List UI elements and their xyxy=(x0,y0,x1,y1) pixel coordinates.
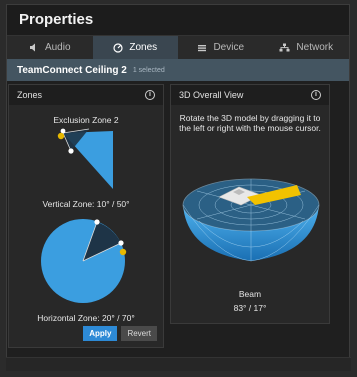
view-panel-header: 3D Overall View i xyxy=(171,85,329,105)
vertical-zone-label: Vertical Zone: 10° / 50° xyxy=(42,199,130,209)
horizontal-zone-diagram[interactable] xyxy=(39,215,135,307)
window-title: Properties xyxy=(7,5,349,35)
tab-zones[interactable]: Zones xyxy=(92,36,178,59)
vertical-zone-diagram[interactable] xyxy=(49,127,125,193)
tab-device[interactable]: Device xyxy=(178,36,264,59)
apply-button[interactable]: Apply xyxy=(83,326,118,341)
revert-button[interactable]: Revert xyxy=(121,326,157,341)
vertical-handle-yellow xyxy=(57,132,65,140)
3d-model-view[interactable] xyxy=(177,161,325,281)
tab-bar: Audio Zones Device Network xyxy=(7,35,349,59)
vertical-handle-white xyxy=(68,148,74,154)
tab-network-label: Network xyxy=(296,42,334,53)
panels-area: Zones i Exclusion Zone 2 Vertical Zone: … xyxy=(8,84,349,348)
info-icon[interactable]: i xyxy=(311,90,321,100)
tab-audio-label: Audio xyxy=(44,42,71,53)
device-icon xyxy=(197,44,207,52)
view-panel: 3D Overall View i Rotate the 3D model by… xyxy=(170,84,330,324)
vertical-handle-white-top xyxy=(60,128,66,134)
network-icon xyxy=(279,43,290,52)
zones-icon xyxy=(113,42,123,53)
device-bar: TeamConnect Ceiling 2 1 selected xyxy=(7,59,349,81)
device-name: TeamConnect Ceiling 2 xyxy=(17,64,127,76)
action-buttons: Apply Revert xyxy=(83,326,157,341)
beam-label: Beam xyxy=(238,289,262,299)
zones-panel-header: Zones i xyxy=(9,85,163,105)
horizontal-handle-yellow xyxy=(119,248,127,256)
speaker-icon xyxy=(29,43,39,52)
tab-audio[interactable]: Audio xyxy=(7,36,93,59)
beam-value: 83° / 17° xyxy=(233,303,267,313)
exclusion-zone-title: Exclusion Zone 2 xyxy=(53,115,119,125)
tab-network[interactable]: Network xyxy=(264,36,350,59)
horizontal-handle-white-top xyxy=(94,219,100,225)
selected-count: 1 selected xyxy=(132,66,165,74)
status-strip xyxy=(6,357,351,371)
zones-panel-title: Zones xyxy=(17,90,43,100)
zones-panel: Zones i Exclusion Zone 2 Vertical Zone: … xyxy=(8,84,164,348)
rotate-hint: Rotate the 3D model by dragging it to th… xyxy=(179,113,321,133)
view-panel-title: 3D Overall View xyxy=(179,90,244,100)
horizontal-handle-white-right xyxy=(118,240,124,246)
tab-zones-label: Zones xyxy=(129,42,158,53)
tab-device-label: Device xyxy=(213,42,245,53)
horizontal-zone-label: Horizontal Zone: 20° / 70° xyxy=(37,313,135,323)
info-icon[interactable]: i xyxy=(145,90,155,100)
